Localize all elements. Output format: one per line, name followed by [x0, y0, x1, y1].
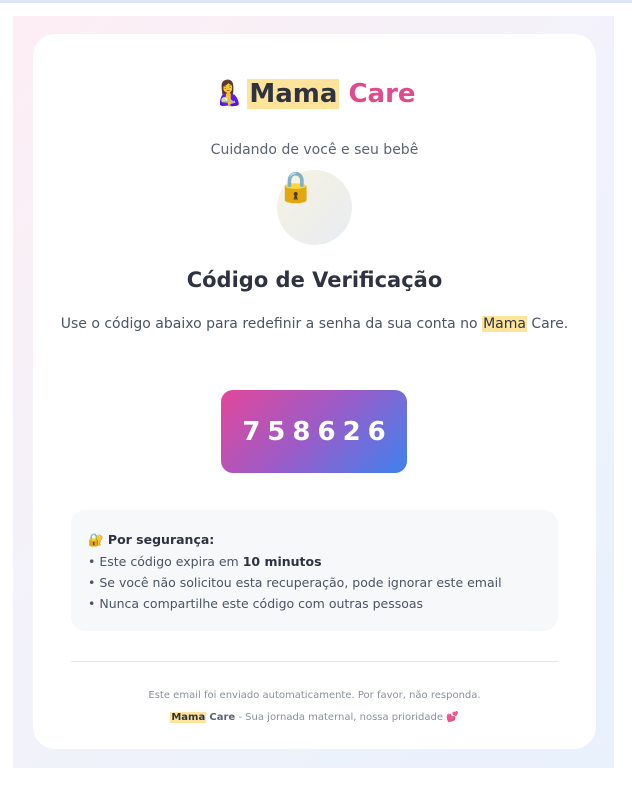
- page-title: Código de Verificação: [186, 268, 443, 292]
- security-item-share: • Nunca compartilhe este código com outr…: [88, 596, 424, 611]
- lock-icon: 🔒: [277, 170, 315, 205]
- intro-text: Use o código abaixo para redefinir a sen…: [33, 316, 596, 332]
- verification-code-box: 758626: [221, 390, 407, 473]
- footer-slogan: - Sua jornada maternal, nossa prioridade…: [235, 712, 459, 723]
- verification-code: 758626: [242, 416, 393, 447]
- footer-brand-line: Mama Care - Sua jornada maternal, nossa …: [33, 712, 596, 723]
- brand-header: 🤱 Mama Care: [33, 76, 596, 111]
- footer-notice: Este email foi enviado automaticamente. …: [148, 690, 481, 701]
- email-background: 🤱 Mama Care Cuidando de você e seu bebê 🔒…: [13, 16, 614, 768]
- security-notice: 🔐 Por segurança: • Este código expira em…: [71, 510, 558, 631]
- intro-text-end: Care.: [526, 316, 569, 332]
- footer-brand-mama: Mama: [170, 712, 207, 723]
- security-item-expiry: • Este código expira em 10 minutos: [88, 554, 322, 569]
- brand-care: Care: [348, 79, 416, 109]
- brand-mama: Mama: [247, 79, 340, 109]
- security-expiry-duration: 10 minutos: [242, 554, 322, 569]
- security-item-expiry-text: • Este código expira em: [88, 554, 243, 569]
- security-item-ignore: • Se você não solicitou esta recuperação…: [88, 575, 502, 590]
- intro-text-start: Use o código abaixo para redefinir a sen…: [60, 316, 483, 332]
- brand-tagline: Cuidando de você e seu bebê: [210, 142, 419, 158]
- email-card: 🤱 Mama Care Cuidando de você e seu bebê 🔒…: [33, 34, 596, 749]
- intro-brand-highlight: Mama: [482, 316, 527, 332]
- top-border: [0, 0, 632, 3]
- footer-brand-care: Care: [209, 712, 236, 723]
- mother-baby-icon: 🤱: [213, 79, 244, 107]
- divider: [71, 661, 558, 662]
- security-title: 🔐 Por segurança:: [88, 532, 215, 547]
